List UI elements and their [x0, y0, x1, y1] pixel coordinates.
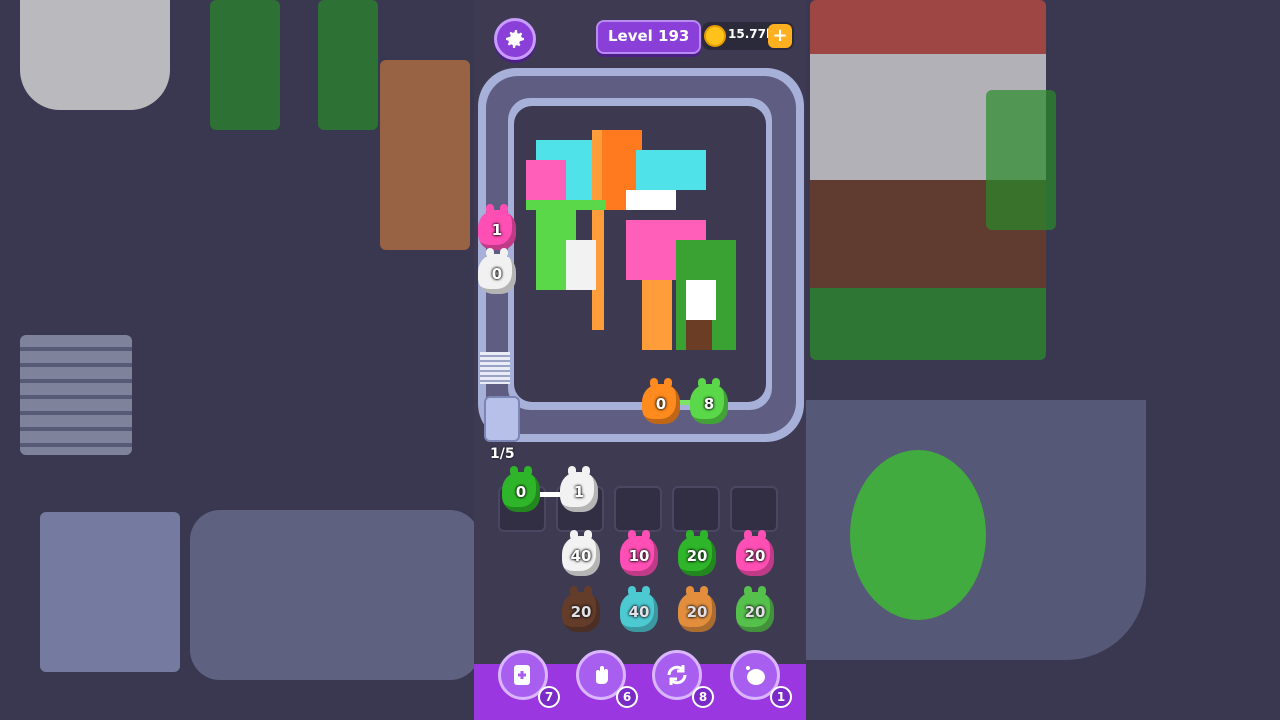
add-slot-icon: [514, 665, 530, 685]
game-screen: Level 193 15.77k + 1 0 0 8 1/5 0 1 40 20…: [474, 0, 806, 720]
queue-unit-lime[interactable]: 20: [736, 586, 774, 632]
queue-unit-pink[interactable]: 20: [736, 530, 774, 576]
gear-icon: [506, 30, 524, 48]
holding-slot[interactable]: [614, 486, 662, 532]
holding-slot[interactable]: [672, 486, 720, 532]
background-left: [0, 0, 474, 720]
bg-pixel-green: [210, 0, 280, 130]
bg-blob-white: [20, 0, 170, 110]
pixel-art-image: [526, 130, 736, 350]
settings-button[interactable]: [494, 18, 536, 60]
queue-unit-brown[interactable]: 20: [562, 586, 600, 632]
background-right: [806, 0, 1280, 720]
add-coins-button[interactable]: +: [768, 24, 792, 48]
slot-unit-white[interactable]: 1: [560, 466, 598, 512]
booster-count-badge: 1: [770, 686, 792, 708]
bg-blob-green: [850, 450, 986, 620]
queue-unit-green[interactable]: 20: [678, 530, 716, 576]
conveyor-counter: 1/5: [490, 446, 515, 462]
slot-unit-green[interactable]: 0: [502, 466, 540, 512]
magic-blob-icon: [746, 666, 765, 685]
queue-unit-orange[interactable]: 20: [678, 586, 716, 632]
queue-unit-cyan[interactable]: 40: [620, 586, 658, 632]
tray-stack: [480, 352, 510, 384]
bg-pixel-orange: [380, 60, 470, 250]
conveyor-unit-pink: 1: [478, 204, 516, 250]
unit-dispenser: [484, 396, 520, 442]
shuffle-icon: [667, 665, 687, 685]
bg-dispenser: [40, 512, 180, 672]
booster-count-badge: 6: [616, 686, 638, 708]
booster-count-badge: 8: [692, 686, 714, 708]
bg-pixel-green: [318, 0, 378, 130]
level-badge: Level 193: [596, 20, 702, 54]
bg-stack: [20, 335, 132, 455]
hand-icon: [596, 666, 608, 684]
bg-conveyor: [190, 510, 474, 680]
conveyor-unit-orange: 0: [642, 378, 680, 424]
bg-pixel-green: [986, 90, 1056, 230]
coin-icon: [704, 25, 726, 47]
queue-unit-white[interactable]: 40: [562, 530, 600, 576]
coin-counter: 15.77k +: [702, 22, 794, 50]
conveyor-unit-green: 8: [690, 378, 728, 424]
booster-count-badge: 7: [538, 686, 560, 708]
holding-slot[interactable]: [730, 486, 778, 532]
queue-unit-pink[interactable]: 10: [620, 530, 658, 576]
conveyor-unit-white: 0: [478, 248, 516, 294]
